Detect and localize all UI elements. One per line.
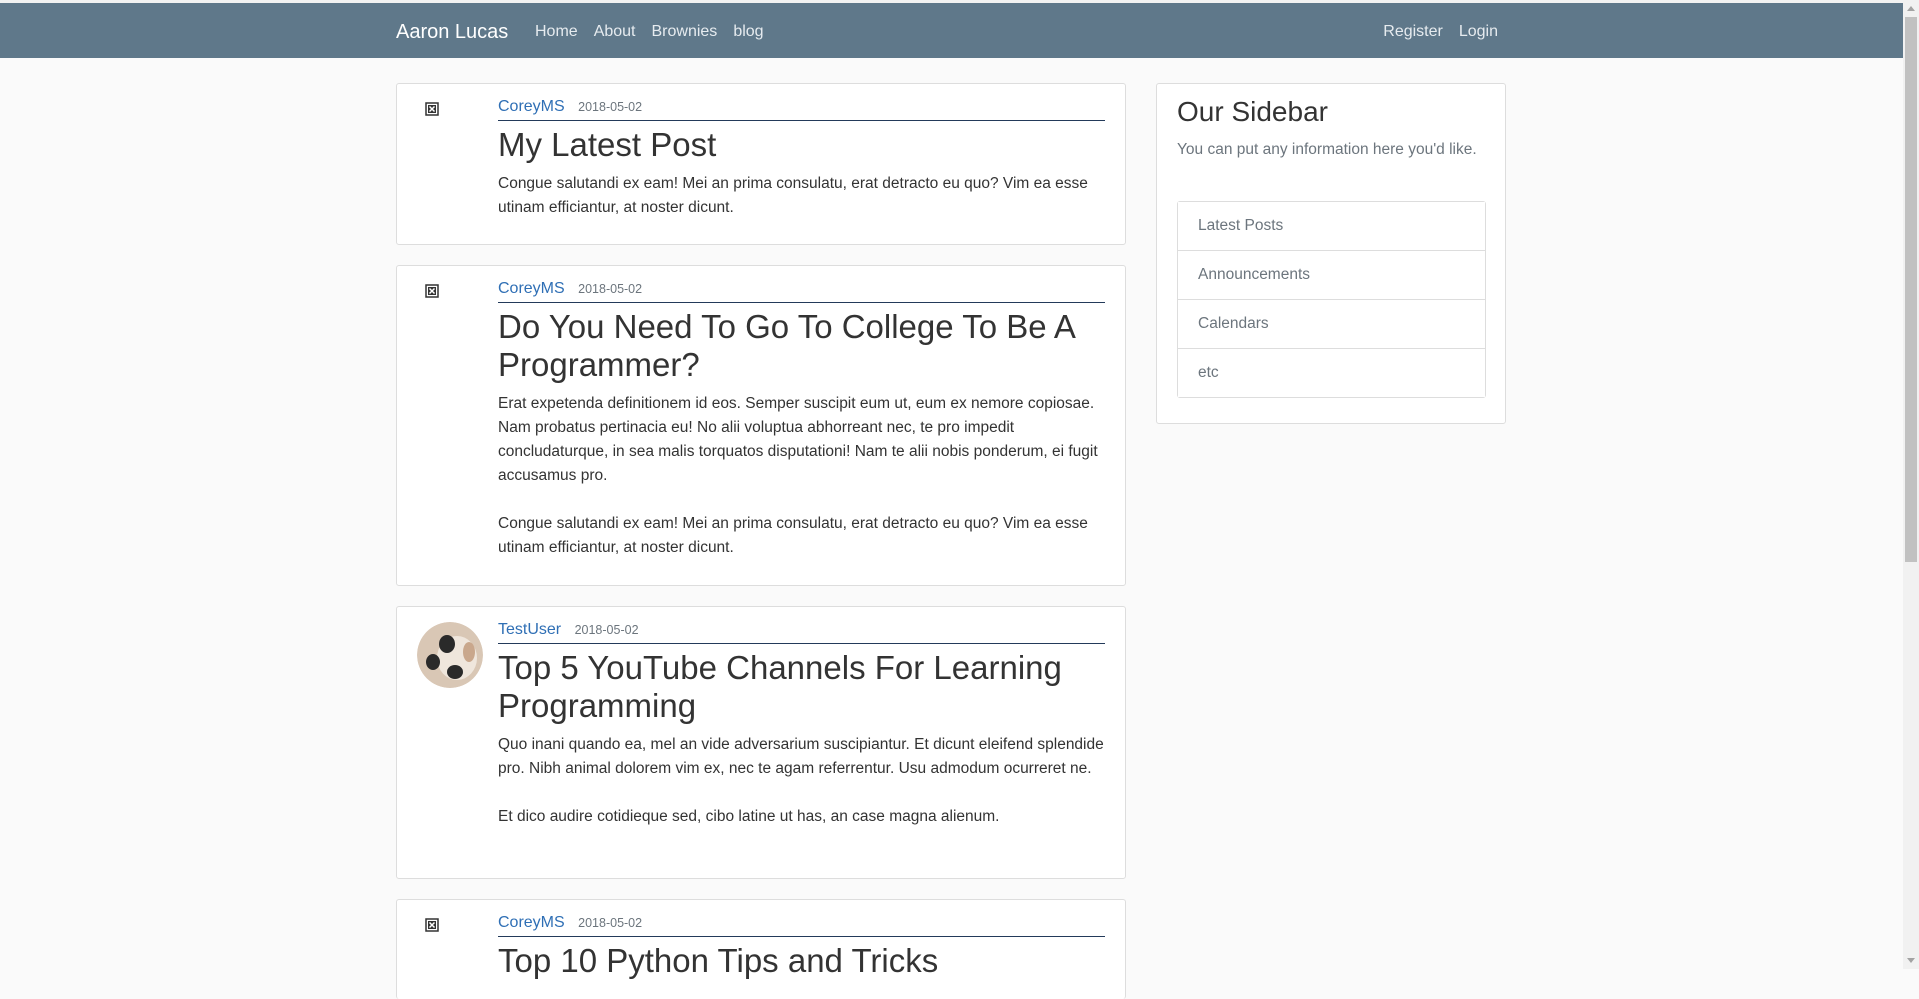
author-link[interactable]: CoreyMS — [498, 280, 565, 297]
scroll-down-arrow-icon[interactable] — [1907, 958, 1915, 963]
navbar-container: Aaron Lucas Home About Brownies blog Reg… — [396, 3, 1498, 58]
broken-image-icon — [425, 284, 439, 298]
nav-link-register[interactable]: Register — [1383, 23, 1443, 41]
nav-link-home[interactable]: Home — [535, 23, 578, 41]
post-date: 2018-05-02 — [574, 623, 639, 637]
post-title[interactable]: Top 10 Python Tips and Tricks — [498, 942, 1105, 980]
nav-left-links: Home About Brownies blog — [535, 23, 764, 41]
vertical-scrollbar[interactable] — [1903, 0, 1919, 969]
post-card: TestUser 2018-05-02 Top 5 YouTube Channe… — [396, 606, 1126, 879]
post-body: CoreyMS 2018-05-02 Top 10 Python Tips an… — [498, 914, 1105, 980]
post-card: CoreyMS 2018-05-02 Do You Need To Go To … — [396, 265, 1126, 586]
post-content: Congue salutandi ex eam! Mei an prima co… — [498, 175, 1088, 216]
post-date: 2018-05-02 — [578, 282, 643, 296]
sidebar-item-etc[interactable]: etc — [1178, 349, 1485, 397]
author-avatar — [417, 622, 483, 688]
broken-image-icon — [425, 102, 439, 116]
post-date: 2018-05-02 — [578, 100, 643, 114]
sidebar-item-calendars[interactable]: Calendars — [1178, 300, 1485, 349]
nav-link-login[interactable]: Login — [1459, 23, 1498, 41]
nav-link-blog[interactable]: blog — [733, 23, 763, 41]
post-body: CoreyMS 2018-05-02 My Latest Post Congue… — [498, 98, 1105, 220]
post-content: Quo inani quando ea, mel an vide adversa… — [498, 736, 1104, 825]
nav-link-about[interactable]: About — [594, 23, 636, 41]
sidebar-item-latest-posts[interactable]: Latest Posts — [1178, 202, 1485, 251]
author-link[interactable]: CoreyMS — [498, 914, 565, 931]
sidebar-list: Latest Posts Announcements Calendars etc — [1177, 201, 1486, 398]
sidebar-item-announcements[interactable]: Announcements — [1178, 251, 1485, 300]
post-date: 2018-05-02 — [578, 916, 643, 930]
article-meta: CoreyMS 2018-05-02 — [498, 98, 1105, 121]
post-title[interactable]: My Latest Post — [498, 126, 1105, 164]
post-title[interactable]: Do You Need To Go To College To Be A Pro… — [498, 308, 1105, 384]
avatar-photo — [417, 622, 483, 688]
author-link[interactable]: TestUser — [498, 621, 561, 638]
navbar-brand[interactable]: Aaron Lucas — [396, 21, 508, 44]
article-meta: CoreyMS 2018-05-02 — [498, 914, 1105, 937]
nav-link-brownies[interactable]: Brownies — [652, 23, 718, 41]
author-avatar — [417, 915, 483, 981]
author-avatar — [417, 281, 483, 347]
post-title[interactable]: Top 5 YouTube Channels For Learning Prog… — [498, 649, 1105, 725]
scrollbar-thumb[interactable] — [1905, 17, 1917, 562]
post-content: Erat expetenda definitionem id eos. Semp… — [498, 395, 1098, 556]
author-link[interactable]: CoreyMS — [498, 98, 565, 115]
sidebar-title: Our Sidebar — [1177, 96, 1328, 127]
scroll-up-arrow-icon[interactable] — [1907, 6, 1915, 11]
nav-right-links: Register Login — [1383, 23, 1498, 41]
post-card: CoreyMS 2018-05-02 Top 10 Python Tips an… — [396, 899, 1126, 999]
article-meta: TestUser 2018-05-02 — [498, 621, 1105, 644]
navbar: Aaron Lucas Home About Brownies blog Reg… — [0, 3, 1903, 58]
post-card: CoreyMS 2018-05-02 My Latest Post Congue… — [396, 83, 1126, 245]
sidebar-description: You can put any information here you'd l… — [1177, 141, 1477, 158]
broken-image-icon — [425, 918, 439, 932]
author-avatar — [417, 99, 483, 165]
sidebar: Our Sidebar You can put any information … — [1156, 83, 1506, 424]
article-meta: CoreyMS 2018-05-02 — [498, 280, 1105, 303]
post-body: TestUser 2018-05-02 Top 5 YouTube Channe… — [498, 621, 1105, 829]
post-body: CoreyMS 2018-05-02 Do You Need To Go To … — [498, 280, 1105, 560]
